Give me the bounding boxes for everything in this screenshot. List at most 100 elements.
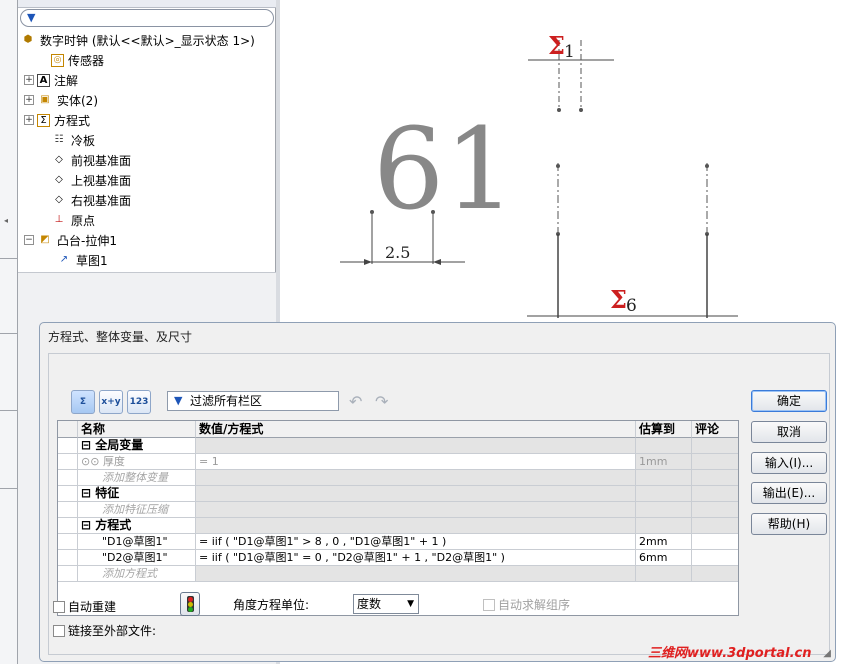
angle-unit-value: 度数 [357,597,382,611]
expand-icon[interactable]: + [24,75,34,85]
chevron-down-icon: ▼ [407,599,414,609]
tree-item-material[interactable]: ☷ 冷板 [38,130,96,150]
equations-dialog: 方程式、整体变量、及尺寸 Σ x+y 123 ▼ 过滤所有栏区 ↶ ↷ 名称 数… [39,322,836,662]
equation-comment[interactable] [692,550,738,566]
column-value[interactable]: 数值/方程式 [196,421,636,438]
equation-comment[interactable] [692,534,738,550]
tree-item-sensors[interactable]: ◎ 传感器 [38,50,104,70]
expand-icon[interactable]: + [24,95,34,105]
collapse-arrow-icon[interactable]: ◂ [4,216,8,225]
redo-icon[interactable]: ↷ [375,392,388,411]
add-equation-row[interactable]: 添加方程式 [58,566,738,582]
tree-item-solid-bodies[interactable]: + ▣ 实体(2) [24,90,98,110]
equation-row[interactable]: "D1@草图1" = iif ( "D1@草图1" > 8 , 0 , "D1@… [58,534,738,550]
global-variable-value[interactable]: = 1 [196,454,636,470]
add-feature-suppression-placeholder[interactable]: 添加特征压缩 [78,502,196,518]
equation-name[interactable]: "D1@草图1" [78,534,196,550]
add-equation-placeholder[interactable]: 添加方程式 [78,566,196,582]
digit-display-text: 61 [373,105,516,235]
angle-unit-label: 角度方程单位: [233,598,310,612]
feature-manager-tabs[interactable] [18,0,276,8]
dialog-title: 方程式、整体变量、及尺寸 [48,330,193,344]
tree-item-extrude[interactable]: − ◩ 凸台-拉伸1 [24,230,117,250]
tree-item-equations[interactable]: + Σ 方程式 [24,110,90,130]
tree-item-right-plane[interactable]: ◇ 右视基准面 [38,190,131,210]
equation-name[interactable]: "D2@草图1" [78,550,196,566]
sigma-dim-top-symbol[interactable]: Σ [548,31,565,60]
global-variable-row[interactable]: ⊙⊙ 厚度 = 1 1mm [58,454,738,470]
link-icon: ⊙⊙ [81,455,103,468]
import-button[interactable]: 输入(I)... [751,452,827,474]
link-external-file-checkbox[interactable]: 链接至外部文件: [53,622,156,639]
rebuild-traffic-light-icon[interactable] [180,592,200,616]
tree-item-origin[interactable]: ⊥ 原点 [38,210,95,230]
dialog-body: Σ x+y 123 ▼ 过滤所有栏区 ↶ ↷ 名称 数值/方程式 估算到 评论 … [48,353,830,655]
angle-unit-select[interactable]: 度数 ▼ [353,594,419,614]
tree-item-label: 凸台-拉伸1 [57,233,117,248]
tree-item-label: 原点 [71,213,96,228]
tree-item-label: 冷板 [71,133,96,148]
column-comment[interactable]: 评论 [692,421,738,438]
origin-icon: ⊥ [54,214,64,225]
sketch-icon: ↗ [59,254,69,265]
section-globals-row[interactable]: ⊟ 全局变量 [58,438,738,454]
add-global-variable-placeholder[interactable]: 添加整体变量 [78,470,196,486]
auto-solve-order-label: 自动求解组序 [498,598,571,612]
section-features-row[interactable]: ⊟ 特征 [58,486,738,502]
equations-icon: Σ [37,113,50,127]
help-button[interactable]: 帮助(H) [751,513,827,535]
undo-icon[interactable]: ↶ [349,392,362,411]
auto-rebuild-checkbox[interactable]: 自动重建 [53,598,116,615]
equation-view-button[interactable]: Σ [71,390,95,414]
equation-row[interactable]: "D2@草图1" = iif ( "D1@草图1" = 0 , "D2@草图1"… [58,550,738,566]
equation-eval: 2mm [636,534,692,550]
section-equations-label: 方程式 [95,518,132,532]
collapse-icon[interactable]: − [24,235,34,245]
filter-all-fields-text: 过滤所有栏区 [190,394,263,408]
site-watermark: 三维网www.3dportal.cn [648,646,812,661]
export-button[interactable]: 输出(E)... [751,482,827,504]
sketch-equation-view-button[interactable]: x+y [99,390,123,414]
ok-button[interactable]: 确定 [751,390,827,412]
dimension-view-button[interactable]: 123 [127,390,151,414]
sigma-dim-bottom-symbol[interactable]: Σ [610,285,627,314]
link-external-file-label: 链接至外部文件: [68,624,157,638]
collapse-icon[interactable]: ⊟ [81,518,95,532]
sensor-icon: ◎ [51,53,64,67]
tree-root-part[interactable]: ⬢ 数字时钟 (默认<<默认>_显示状态 1>) [20,30,255,50]
tree-filter-input[interactable]: ▼ [20,9,274,27]
dimension-2-5[interactable]: 2.5 [385,243,410,262]
add-global-variable-row[interactable]: 添加整体变量 [58,470,738,486]
section-equations-row[interactable]: ⊟ 方程式 [58,518,738,534]
filter-icon: ▼ [174,394,183,407]
tree-item-label: 草图1 [76,253,108,268]
tree-item-top-plane[interactable]: ◇ 上视基准面 [38,170,131,190]
resize-grip-icon[interactable]: ◢ [823,648,831,659]
section-features-label: 特征 [95,486,120,500]
tree-item-front-plane[interactable]: ◇ 前视基准面 [38,150,131,170]
plane-icon: ◇ [55,154,63,165]
global-variable-eval: 1mm [636,454,692,470]
tree-item-sketch[interactable]: ↗ 草图1 [56,250,108,270]
collapse-icon[interactable]: ⊟ [81,486,95,500]
material-icon: ☷ [54,134,64,145]
tree-item-label: 方程式 [54,113,91,128]
filter-all-fields-input[interactable]: ▼ 过滤所有栏区 [167,391,339,411]
solid-bodies-icon: ▣ [40,94,50,105]
add-feature-suppression-row[interactable]: 添加特征压缩 [58,502,738,518]
equation-value[interactable]: = iif ( "D1@草图1" = 0 , "D2@草图1" + 1 , "D… [196,550,636,566]
column-evaluates-to[interactable]: 估算到 [636,421,692,438]
collapse-icon[interactable]: ⊟ [81,438,95,452]
equation-value[interactable]: = iif ( "D1@草图1" > 8 , 0 , "D1@草图1" + 1 … [196,534,636,550]
tree-item-label: 上视基准面 [71,173,132,188]
equation-eval: 6mm [636,550,692,566]
cancel-button[interactable]: 取消 [751,421,827,443]
global-variable-name[interactable]: 厚度 [103,455,125,468]
left-toolbar-strip: ◂ [0,0,18,664]
annotation-icon: A [37,73,50,87]
grid-header-row: 名称 数值/方程式 估算到 评论 [58,421,738,438]
expand-icon[interactable]: + [24,115,34,125]
part-icon: ⬢ [23,34,33,45]
column-name[interactable]: 名称 [78,421,196,438]
tree-item-annotations[interactable]: + A 注解 [24,70,78,90]
